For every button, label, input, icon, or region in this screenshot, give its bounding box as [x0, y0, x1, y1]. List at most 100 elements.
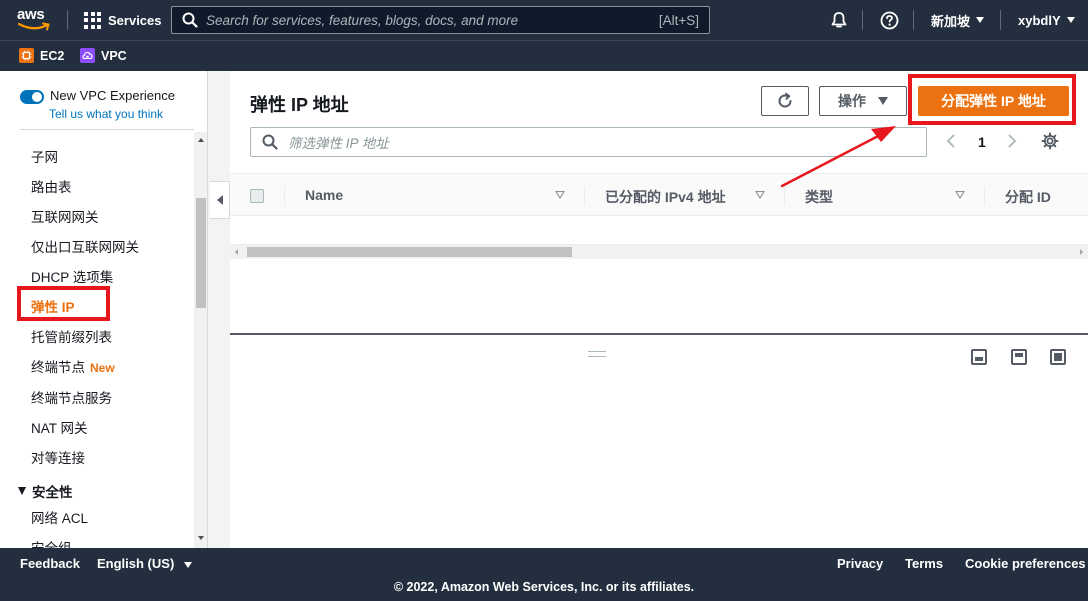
- aws-smile-icon: [18, 22, 50, 31]
- caret-down-icon: [18, 487, 26, 495]
- chevron-left-icon: [946, 134, 955, 148]
- split-panel-side-icon[interactable]: [1011, 349, 1027, 365]
- account-menu[interactable]: xybdlY: [1018, 0, 1075, 40]
- aws-logo[interactable]: aws: [17, 7, 53, 33]
- column-header-name[interactable]: Name: [305, 187, 343, 203]
- language-label: English (US): [97, 556, 175, 571]
- favorite-vpc[interactable]: VPC: [80, 48, 127, 63]
- sidebar-item-internet-gateways[interactable]: 互联网网关: [31, 206, 99, 226]
- refresh-button[interactable]: [761, 86, 809, 116]
- region-label: 新加坡: [931, 13, 971, 29]
- sort-icon[interactable]: [555, 191, 565, 199]
- search-icon: [262, 134, 278, 150]
- new-vpc-experience-toggle[interactable]: [20, 90, 44, 104]
- refresh-icon: [778, 92, 792, 108]
- bell-icon: [831, 12, 847, 28]
- feedback-link[interactable]: Tell us what you think: [49, 107, 163, 121]
- select-all-checkbox[interactable]: [250, 189, 264, 203]
- toggle-label: New VPC Experience: [50, 88, 175, 103]
- favorite-ec2[interactable]: EC2: [19, 48, 64, 63]
- sidebar-item-label: 终端节点: [31, 360, 85, 375]
- favorite-label: EC2: [40, 48, 65, 63]
- next-page-button[interactable]: [1007, 133, 1017, 149]
- language-selector[interactable]: English (US): [97, 556, 192, 571]
- scroll-right-icon[interactable]: [1080, 249, 1083, 255]
- nav-divider: [862, 10, 863, 30]
- search-icon: [182, 12, 198, 28]
- split-panel-bottom-icon[interactable]: [971, 349, 987, 365]
- prev-page-button[interactable]: [946, 133, 956, 149]
- search-shortcut: [Alt+S]: [658, 12, 699, 28]
- nav-divider: [67, 10, 68, 30]
- column-header-ipv4[interactable]: 已分配的 IPv4 地址: [605, 187, 726, 207]
- sidebar-item-elastic-ip[interactable]: 弹性 IP: [31, 296, 75, 316]
- search-bar[interactable]: Search for services, features, blogs, do…: [171, 6, 710, 34]
- notifications-button[interactable]: [830, 0, 848, 40]
- column-divider: [584, 186, 585, 206]
- allocate-elastic-ip-button[interactable]: 分配弹性 IP 地址: [918, 86, 1069, 116]
- sidebar-item-route-tables[interactable]: 路由表: [31, 176, 72, 196]
- chevron-right-icon: [1008, 134, 1017, 148]
- sidebar-item-security-groups[interactable]: 安全组: [31, 537, 72, 548]
- feedback-link[interactable]: Feedback: [20, 556, 80, 571]
- sidebar-scrollbar[interactable]: [194, 132, 207, 548]
- column-divider: [284, 186, 285, 206]
- scrollbar-thumb[interactable]: [196, 198, 206, 308]
- scroll-down-icon[interactable]: [198, 536, 204, 540]
- ec2-icon: [19, 48, 34, 63]
- page-title: 弹性 IP 地址: [250, 95, 349, 115]
- sidebar-item-endpoints[interactable]: 终端节点 New: [31, 356, 115, 376]
- filter-input[interactable]: 筛选弹性 IP 地址: [250, 127, 927, 157]
- sidebar-item-egress-only-gateways[interactable]: 仅出口互联网网关: [31, 236, 139, 256]
- chevron-down-icon: [976, 17, 985, 23]
- sidebar-item-peering-connections[interactable]: 对等连接: [31, 447, 85, 467]
- actions-label: 操作: [838, 93, 866, 109]
- column-divider: [784, 186, 785, 206]
- services-menu-button[interactable]: Services: [84, 10, 162, 30]
- sidebar-item-nat-gateways[interactable]: NAT 网关: [31, 417, 88, 437]
- services-label: Services: [108, 12, 162, 28]
- chevron-down-icon: [1066, 17, 1075, 23]
- sidebar-item-network-acls[interactable]: 网络 ACL: [31, 507, 88, 527]
- scroll-left-icon[interactable]: [235, 249, 238, 255]
- table-horizontal-scrollbar[interactable]: [230, 245, 1088, 259]
- favorite-label: VPC: [101, 48, 127, 63]
- chevron-down-icon: [183, 562, 192, 568]
- terms-link[interactable]: Terms: [905, 556, 943, 571]
- sort-icon[interactable]: [955, 191, 965, 199]
- sidebar-section-security[interactable]: 安全性: [18, 481, 73, 501]
- actions-dropdown-button[interactable]: 操作: [819, 86, 907, 116]
- table-header-row: Name 已分配的 IPv4 地址 类型 分配 ID: [230, 173, 1088, 216]
- vpc-icon: [80, 48, 95, 63]
- sidebar-item-subnets[interactable]: 子网: [31, 146, 58, 166]
- split-panel-maximize-icon[interactable]: [1050, 349, 1066, 365]
- chevron-down-icon: [878, 97, 888, 105]
- region-selector[interactable]: 新加坡: [931, 0, 985, 40]
- main-panel: 弹性 IP 地址 操作 分配弹性 IP 地址 筛选弹性 IP 地址 1 Name…: [230, 71, 1088, 333]
- copyright-text: © 2022, Amazon Web Services, Inc. or its…: [393, 580, 695, 594]
- gear-icon: [1041, 132, 1059, 150]
- scroll-up-icon[interactable]: [198, 138, 204, 142]
- account-label: xybdlY: [1018, 12, 1061, 28]
- grid-icon: [84, 11, 101, 29]
- sidebar-item-dhcp-options[interactable]: DHCP 选项集: [31, 266, 113, 286]
- scrollbar-thumb[interactable]: [247, 247, 572, 257]
- top-navigation: aws Services Search for services, featur…: [0, 0, 1088, 40]
- table-empty-row: [230, 216, 1088, 245]
- sort-icon[interactable]: [755, 191, 765, 199]
- cookie-preferences-link[interactable]: Cookie preferences: [965, 556, 1086, 571]
- sidebar-item-endpoint-services[interactable]: 终端节点服务: [31, 387, 112, 407]
- privacy-link[interactable]: Privacy: [837, 556, 883, 571]
- drag-handle-icon[interactable]: [588, 351, 606, 357]
- nav-divider: [1000, 10, 1001, 30]
- column-header-type[interactable]: 类型: [805, 187, 833, 207]
- sidebar-item-managed-prefix-lists[interactable]: 托管前缀列表: [31, 326, 112, 346]
- help-button[interactable]: [880, 0, 899, 40]
- column-header-allocation-id[interactable]: 分配 ID: [1005, 187, 1051, 207]
- nav-divider: [913, 10, 914, 30]
- split-panel: [230, 333, 1088, 548]
- page-number[interactable]: 1: [978, 134, 986, 150]
- table-preferences-button[interactable]: [1041, 132, 1059, 150]
- filter-placeholder: 筛选弹性 IP 地址: [288, 136, 389, 151]
- collapse-sidebar-button[interactable]: [210, 181, 230, 219]
